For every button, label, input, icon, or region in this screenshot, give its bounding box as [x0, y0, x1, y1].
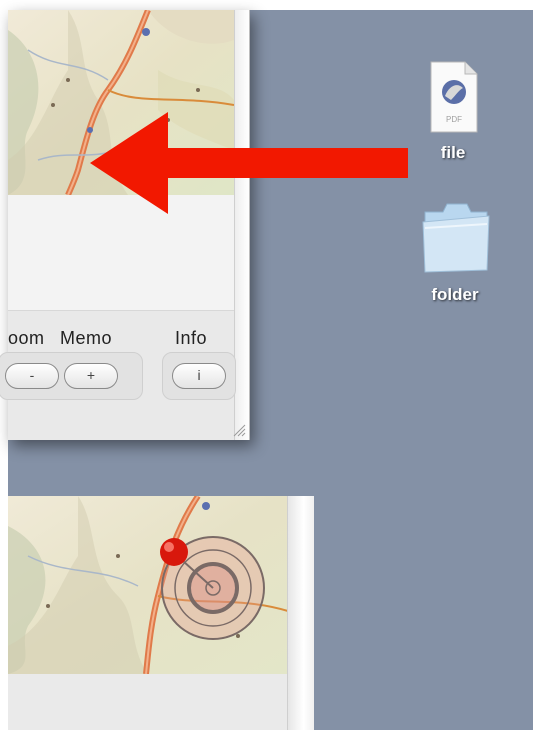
info-control-group: i — [162, 352, 236, 400]
file-label: file — [440, 143, 466, 162]
map-image-bottom[interactable] — [8, 496, 288, 674]
folder-icon — [422, 203, 490, 273]
pdf-badge: PDF — [446, 115, 462, 124]
pdf-file-icon: PDF — [430, 61, 478, 133]
red-arrow-annotation — [90, 112, 408, 214]
zoom-label: oom — [8, 328, 45, 348]
info-button[interactable]: i — [172, 363, 226, 389]
info-label: Info — [175, 328, 208, 348]
resize-grip-icon[interactable] — [232, 423, 246, 437]
map-window-top: oom Memo Info - + i — [0, 10, 250, 440]
scrollbar-vertical-bottom[interactable] — [287, 496, 314, 730]
map-pin-icon[interactable] — [160, 538, 188, 566]
memo-label: Memo — [60, 328, 113, 348]
zoom-out-button[interactable]: - — [5, 363, 59, 389]
folder-label: folder — [431, 285, 479, 304]
scrollbar-vertical[interactable] — [234, 10, 249, 440]
desktop-icon-folder[interactable]: folder — [412, 198, 498, 305]
zoom-control-group: - + — [0, 352, 143, 400]
map-window-bottom — [8, 496, 314, 730]
desktop-icon-file[interactable]: PDF file — [418, 60, 488, 163]
zoom-in-button[interactable]: + — [64, 363, 118, 389]
